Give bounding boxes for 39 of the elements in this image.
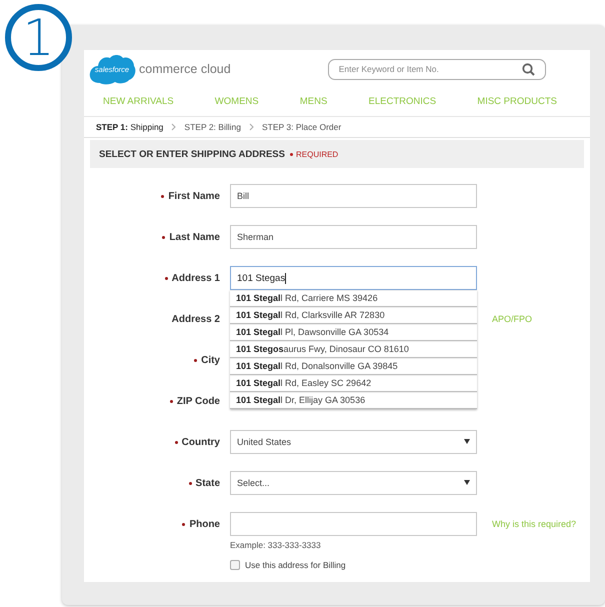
dropdown-icon (464, 480, 470, 484)
input-field[interactable]: 101 Stegas (230, 266, 477, 290)
input-field[interactable]: Bill (230, 184, 477, 208)
section-title: SELECT OR ENTER SHIPPING ADDRESS (99, 148, 285, 160)
search-field[interactable]: Enter Keyword or Item No. (328, 58, 546, 80)
input-field[interactable] (230, 512, 477, 536)
field-label: Address 2 (170, 314, 220, 324)
search-icon[interactable] (522, 62, 535, 76)
field-label: Address 1 (164, 272, 220, 284)
dropdown-icon (464, 438, 470, 444)
suggestion-item[interactable]: 101 Stegosaurus Fwy, Dinosaur CO 81610 (230, 341, 477, 358)
field-label: ZIP Code (170, 396, 220, 406)
suggestion-item[interactable]: 101 Stegall Pl, Dawsonville GA 30534 (230, 324, 477, 341)
required-note: REQUIRED (296, 150, 338, 158)
field-label: Country (174, 436, 220, 448)
required-icon (290, 152, 293, 156)
suggestion-item[interactable]: 101 Stegall Rd, Easley SC 29642 (230, 375, 477, 392)
checkout-step[interactable]: STEP 2: Billing (184, 122, 241, 132)
checkout-step[interactable]: STEP 3: Place Order (262, 122, 342, 132)
select-field[interactable]: United States (230, 430, 477, 454)
field-label: City (194, 354, 220, 366)
chevron-icon (248, 123, 254, 131)
suggestion-item[interactable]: 101 Stegall Rd, Clarksville AR 72830 (230, 307, 477, 324)
checkout-step[interactable]: STEP 1: Shipping (96, 122, 164, 132)
input-field[interactable]: Sherman (230, 225, 477, 249)
select-field[interactable]: Select... (230, 471, 477, 495)
suggestion-item[interactable]: 101 Stegall Dr, Ellijay GA 30536 (230, 392, 477, 409)
field-label: Phone (182, 518, 220, 530)
suggestion-item[interactable]: 101 Stegall Rd, Donalsonville GA 39845 (230, 358, 477, 375)
step-number-badge: 1 (5, 4, 72, 71)
field-label: First Name (161, 190, 220, 202)
checkbox[interactable] (230, 560, 240, 570)
chevron-icon (171, 123, 176, 131)
suggestion-item[interactable]: 101 Stegall Rd, Carriere MS 39426 (230, 290, 477, 307)
hint-text: Example: 333-333-3333 (230, 540, 322, 552)
field-label: State (188, 478, 220, 488)
field-label: Last Name (162, 232, 220, 242)
checkbox-label[interactable]: Use this address for Billing (245, 560, 346, 570)
logo-text: commerce cloud (139, 62, 231, 76)
